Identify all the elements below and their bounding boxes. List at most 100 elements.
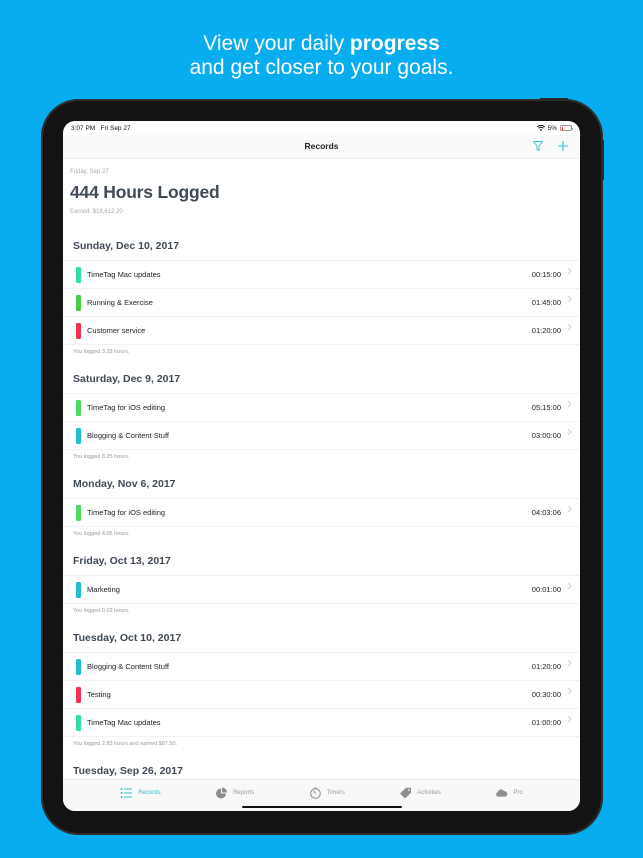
- activity-color-tag: [76, 322, 81, 339]
- section-header: Sunday, Dec 10, 2017: [63, 232, 580, 261]
- nav-title: Records: [304, 141, 339, 151]
- activity-name: Blogging & Content Stuff: [87, 662, 170, 671]
- section-footer: You logged 2.83 hours and earned $87.50.: [73, 741, 178, 747]
- status-date: Fri Sep 27: [100, 124, 131, 132]
- record-duration: 01:00:00: [531, 718, 561, 727]
- activity-name: TimeTag for iOS editing: [87, 403, 166, 412]
- earned-total: Earned: $18,612.20: [70, 209, 123, 215]
- tab-label: Activities: [417, 790, 441, 796]
- filter-icon[interactable]: [532, 140, 544, 152]
- battery-icon: [560, 125, 573, 131]
- activity-name: Running & Exercise: [87, 298, 153, 307]
- record-duration: 03:00:00: [531, 431, 561, 440]
- pie-chart-icon: [216, 787, 228, 799]
- record-row[interactable]: Testing 00:30:00: [63, 681, 580, 709]
- chevron-right-icon: [567, 267, 572, 275]
- activity-color-tag: [76, 427, 81, 444]
- sections-container: Sunday, Dec 10, 2017 TimeTag Mac updates 0…: [63, 232, 580, 779]
- chevron-right-icon: [567, 295, 572, 303]
- record-row[interactable]: TimeTag Mac updates 00:15:00: [63, 261, 580, 289]
- chevron-right-icon: [567, 323, 572, 331]
- promo-line1-bold: progress: [349, 32, 440, 55]
- record-row[interactable]: Blogging & Content Stuff 03:00:00: [63, 422, 580, 450]
- section-header: Monday, Nov 6, 2017: [63, 470, 580, 499]
- tab-timers[interactable]: Timers: [309, 780, 345, 806]
- record-duration: 05:15:00: [531, 403, 561, 412]
- home-indicator[interactable]: [242, 805, 402, 808]
- wifi-icon: [536, 125, 545, 131]
- activity-name: Blogging & Content Stuff: [87, 431, 170, 440]
- activity-color-tag: [76, 686, 81, 703]
- record-duration: 01:20:00: [531, 662, 561, 671]
- record-row[interactable]: TimeTag Mac updates 01:00:00: [63, 709, 580, 737]
- chevron-right-icon: [567, 715, 572, 723]
- tab-label: Pro: [513, 790, 523, 796]
- summary-header: Friday, Sep 27 444 Hours Logged Earned: …: [63, 159, 580, 232]
- section-header: Saturday, Dec 9, 2017: [63, 365, 580, 394]
- tab-records[interactable]: Records: [120, 780, 161, 806]
- record-row[interactable]: Customer service 01:20:00: [63, 317, 580, 345]
- status-time: 3:07 PM: [71, 124, 96, 132]
- record-duration: 00:30:00: [531, 690, 561, 699]
- section-footer: You logged 0.02 hours.: [73, 608, 130, 614]
- list-icon: [120, 788, 133, 798]
- activity-name: Marketing: [87, 585, 120, 594]
- section-footer: You logged 8.25 hours.: [73, 454, 130, 460]
- chevron-right-icon: [567, 687, 572, 695]
- record-duration: 00:15:00: [531, 270, 561, 279]
- activity-name: Customer service: [87, 326, 146, 335]
- tab-reports[interactable]: Reports: [215, 780, 254, 806]
- stopwatch-icon: [309, 787, 321, 799]
- tab-pro[interactable]: Pro: [495, 780, 523, 806]
- activity-name: TimeTag Mac updates: [87, 718, 161, 727]
- record-duration: 01:20:00: [531, 326, 561, 335]
- record-duration: 01:45:00: [531, 298, 561, 307]
- section-footer: You logged 3.33 hours.: [73, 349, 130, 355]
- chevron-right-icon: [567, 428, 572, 436]
- device-top-button: [540, 98, 568, 100]
- activity-color-tag: [76, 658, 81, 675]
- tab-label: Timers: [326, 790, 345, 796]
- status-bar: 3:07 PM Fri Sep 27 5%: [63, 121, 580, 135]
- tab-label: Records: [138, 790, 161, 796]
- activity-color-tag: [76, 504, 81, 521]
- record-row[interactable]: TimeTag for iOS editing 04:03:06: [63, 499, 580, 527]
- activity-color-tag: [76, 266, 81, 283]
- device-volume-button: [602, 140, 604, 180]
- chevron-right-icon: [567, 505, 572, 513]
- activity-name: Testing: [87, 690, 111, 699]
- section-header: Friday, Oct 13, 2017: [63, 547, 580, 576]
- hours-logged-title: 444 Hours Logged: [70, 182, 220, 202]
- cloud-icon: [496, 789, 508, 797]
- tag-icon: [400, 787, 412, 799]
- tab-bar: Records Reports Timers Activities Pro: [63, 779, 580, 811]
- navigation-bar: Records: [63, 135, 580, 159]
- activity-color-tag: [76, 714, 81, 731]
- records-list[interactable]: Friday, Sep 27 444 Hours Logged Earned: …: [63, 159, 580, 779]
- promo-line2: and get closer to your goals.: [189, 56, 454, 79]
- activity-name: TimeTag Mac updates: [87, 270, 161, 279]
- record-row[interactable]: TimeTag for iOS editing 05:15:00: [63, 394, 580, 422]
- battery-percent: 5%: [547, 124, 557, 132]
- record-row[interactable]: Running & Exercise 01:45:00: [63, 289, 580, 317]
- record-duration: 04:03:06: [531, 508, 561, 517]
- plus-icon[interactable]: [556, 139, 570, 153]
- promo-headline: View your daily progress and get closer …: [0, 32, 643, 80]
- app-screen: 3:07 PM Fri Sep 27 5% Records Friday, Se…: [63, 121, 580, 811]
- record-duration: 00:01:00: [531, 585, 561, 594]
- activity-name: TimeTag for iOS editing: [87, 508, 166, 517]
- promo-line1: View your daily: [203, 32, 350, 55]
- record-row[interactable]: Blogging & Content Stuff 01:20:00: [63, 653, 580, 681]
- summary-date: Friday, Sep 27: [70, 169, 109, 175]
- chevron-right-icon: [567, 659, 572, 667]
- activity-color-tag: [76, 581, 81, 598]
- section-footer: You logged 4.05 hours.: [73, 531, 130, 537]
- tab-label: Reports: [233, 790, 255, 796]
- section-header: Tuesday, Oct 10, 2017: [63, 624, 580, 653]
- tab-activities[interactable]: Activities: [399, 780, 441, 806]
- record-row[interactable]: Marketing 00:01:00: [63, 576, 580, 604]
- chevron-right-icon: [567, 582, 572, 590]
- chevron-right-icon: [567, 400, 572, 408]
- activity-color-tag: [76, 399, 81, 416]
- activity-color-tag: [76, 294, 81, 311]
